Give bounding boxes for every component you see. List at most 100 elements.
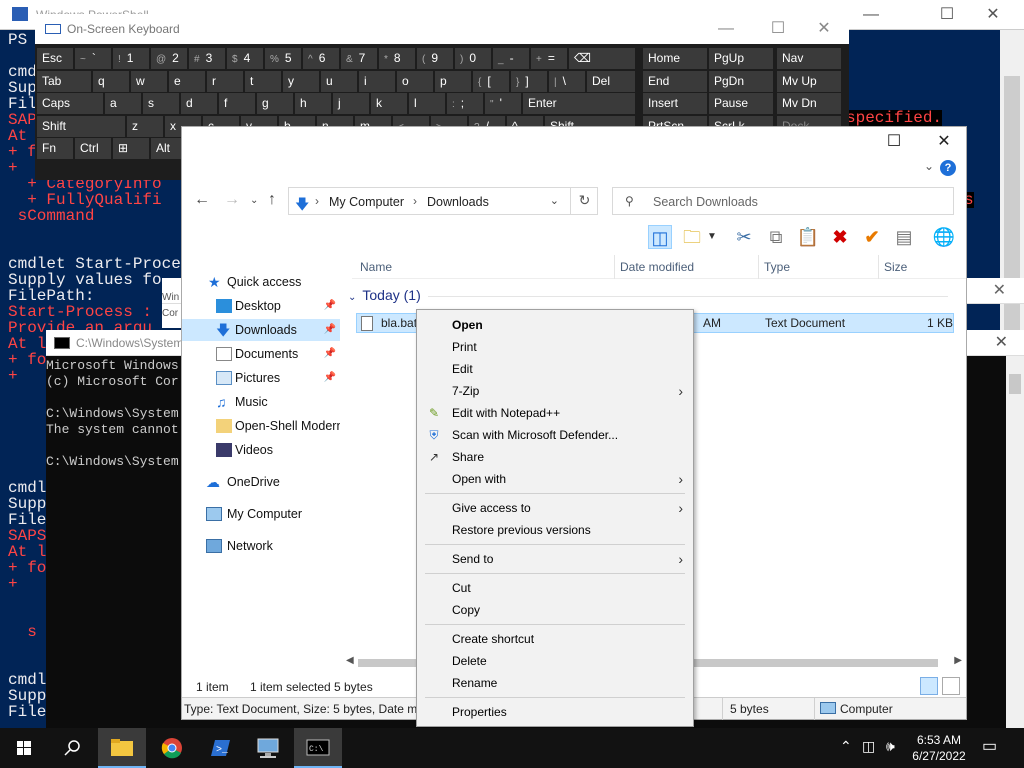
search-input[interactable]: ⚲ Search Downloads xyxy=(612,187,954,215)
pin-icon[interactable]: 📌 xyxy=(324,343,336,365)
osk-key[interactable]: Insert xyxy=(643,93,707,114)
nav-onedrive[interactable]: ☁ OneDrive xyxy=(182,471,340,493)
checkmark-icon[interactable]: ✔ xyxy=(860,225,884,249)
globe-icon[interactable]: 🌐 xyxy=(932,225,956,249)
recent-locations-button[interactable]: ⌄ xyxy=(250,195,258,206)
address-bar[interactable]: 🡇 › My Computer › Downloads ⌄ xyxy=(288,187,598,215)
scrollbar-thumb[interactable] xyxy=(1009,374,1021,394)
osk-key[interactable]: r xyxy=(207,71,243,92)
refresh-button[interactable]: ↻ xyxy=(570,187,598,215)
column-divider[interactable] xyxy=(878,255,879,279)
up-button[interactable]: ↑ xyxy=(268,191,276,209)
close-button[interactable]: ✕ xyxy=(995,332,1008,352)
osk-key[interactable]: Pause xyxy=(709,93,773,114)
nav-network[interactable]: Network xyxy=(182,535,340,557)
osk-key[interactable]: Mv Dn xyxy=(777,93,841,114)
nav-downloads[interactable]: 🡇 Downloads 📌 xyxy=(182,319,340,341)
menu-item-cut[interactable]: Cut xyxy=(417,577,693,599)
details-view-icon[interactable] xyxy=(920,677,938,695)
close-button[interactable]: ✕ xyxy=(926,131,962,153)
osk-key[interactable]: #3 xyxy=(189,48,225,69)
scrollbar-thumb[interactable] xyxy=(1004,76,1020,346)
osk-key[interactable]: {[ xyxy=(473,71,509,92)
osk-key[interactable]: Tab xyxy=(37,71,91,92)
osk-key[interactable]: * 8 xyxy=(379,48,415,69)
chevron-down-icon[interactable]: ⌄ xyxy=(924,159,934,173)
osk-key[interactable]: i xyxy=(359,71,395,92)
pin-icon[interactable]: 📌 xyxy=(324,295,336,317)
osk-key[interactable]: & 7 xyxy=(341,48,377,69)
pin-icon[interactable]: 📌 xyxy=(324,319,336,341)
column-date-modified[interactable]: Date modified xyxy=(620,260,694,274)
osk-key[interactable]: + = xyxy=(531,48,567,69)
osk-key[interactable]: k xyxy=(371,93,407,114)
column-divider[interactable] xyxy=(614,255,615,279)
start-button[interactable] xyxy=(0,728,48,768)
menu-item-restore-versions[interactable]: Restore previous versions xyxy=(417,519,693,541)
taskbar-network-app[interactable] xyxy=(244,728,292,768)
close-button[interactable]: ✕ xyxy=(978,4,1008,26)
osk-key[interactable]: l xyxy=(409,93,445,114)
menu-item-7zip[interactable]: 7-Zip › xyxy=(417,380,693,402)
back-button[interactable]: ← xyxy=(194,191,210,209)
menu-item-create-shortcut[interactable]: Create shortcut xyxy=(417,628,693,650)
show-hidden-icons-icon[interactable]: ⌃ xyxy=(840,738,852,755)
osk-key[interactable]: Caps xyxy=(37,93,103,114)
column-name[interactable]: Name xyxy=(360,260,392,274)
osk-key[interactable]: Mv Up xyxy=(777,71,841,92)
close-button[interactable]: ✕ xyxy=(993,280,1006,300)
menu-item-share[interactable]: ↗ Share xyxy=(417,446,693,468)
menu-item-give-access[interactable]: Give access to › xyxy=(417,497,693,519)
maximize-button[interactable]: ☐ xyxy=(763,18,793,40)
scroll-left-icon[interactable]: ◀ xyxy=(346,655,354,666)
copy-icon[interactable]: ⧉ xyxy=(764,225,788,249)
menu-item-properties[interactable]: Properties xyxy=(417,701,693,723)
menu-item-open[interactable]: Open xyxy=(417,314,693,336)
osk-key[interactable]: Esc xyxy=(37,48,73,69)
osk-key[interactable]: Fn xyxy=(37,138,73,159)
taskbar-powershell[interactable]: >_ xyxy=(196,728,244,768)
menu-item-rename[interactable]: Rename xyxy=(417,672,693,694)
osk-key[interactable]: s xyxy=(143,93,179,114)
minimize-button[interactable]: — xyxy=(711,18,741,40)
osk-key[interactable]: e xyxy=(169,71,205,92)
nav-videos[interactable]: Videos xyxy=(182,439,340,461)
osk-key[interactable]: u xyxy=(321,71,357,92)
chevron-down-icon[interactable]: ▼ xyxy=(700,225,724,249)
nav-my-computer[interactable]: My Computer xyxy=(182,503,340,525)
breadcrumb-my-computer[interactable]: My Computer xyxy=(329,195,404,209)
maximize-button[interactable]: ☐ xyxy=(932,4,962,26)
clock[interactable]: 6:53 AM 6/27/2022 xyxy=(908,732,970,764)
taskbar-cmd[interactable]: C:\ xyxy=(294,728,342,768)
menu-item-open-with[interactable]: Open with › xyxy=(417,468,693,490)
osk-key[interactable]: z xyxy=(127,116,163,137)
chevron-down-icon[interactable]: ⌄ xyxy=(348,292,356,303)
osk-key[interactable]: p xyxy=(435,71,471,92)
osk-titlebar[interactable]: On-Screen Keyboard — ☐ ✕ xyxy=(35,14,849,44)
menu-item-delete[interactable]: Delete xyxy=(417,650,693,672)
pin-icon[interactable]: 📌 xyxy=(324,367,336,389)
osk-key[interactable]: a xyxy=(105,93,141,114)
osk-key[interactable]: Enter xyxy=(523,93,635,114)
osk-key[interactable]: :; xyxy=(447,93,483,114)
osk-key[interactable]: f xyxy=(219,93,255,114)
large-icons-view-icon[interactable] xyxy=(942,677,960,695)
osk-key[interactable]: d xyxy=(181,93,217,114)
osk-key[interactable]: Home xyxy=(643,48,707,69)
osk-key[interactable]: g xyxy=(257,93,293,114)
osk-key[interactable]: Del xyxy=(587,71,635,92)
menu-item-copy[interactable]: Copy xyxy=(417,599,693,621)
minimize-button[interactable]: — xyxy=(856,4,886,26)
osk-key[interactable]: o xyxy=(397,71,433,92)
close-button[interactable]: ✕ xyxy=(809,18,839,40)
osk-key[interactable]: ~ ` xyxy=(75,48,111,69)
osk-key[interactable]: ⌫ xyxy=(569,48,635,69)
osk-key[interactable]: " ' xyxy=(485,93,521,114)
volume-icon[interactable]: 🕪 xyxy=(886,738,895,755)
osk-key[interactable]: PgUp xyxy=(709,48,773,69)
osk-key[interactable]: ^ 6 xyxy=(303,48,339,69)
osk-key[interactable]: t xyxy=(245,71,281,92)
nav-music[interactable]: ♫ Music xyxy=(182,391,340,413)
context-menu[interactable]: Open Print Edit 7-Zip › ✎ Edit with Notepa… xyxy=(416,309,694,727)
menu-item-edit[interactable]: Edit xyxy=(417,358,693,380)
